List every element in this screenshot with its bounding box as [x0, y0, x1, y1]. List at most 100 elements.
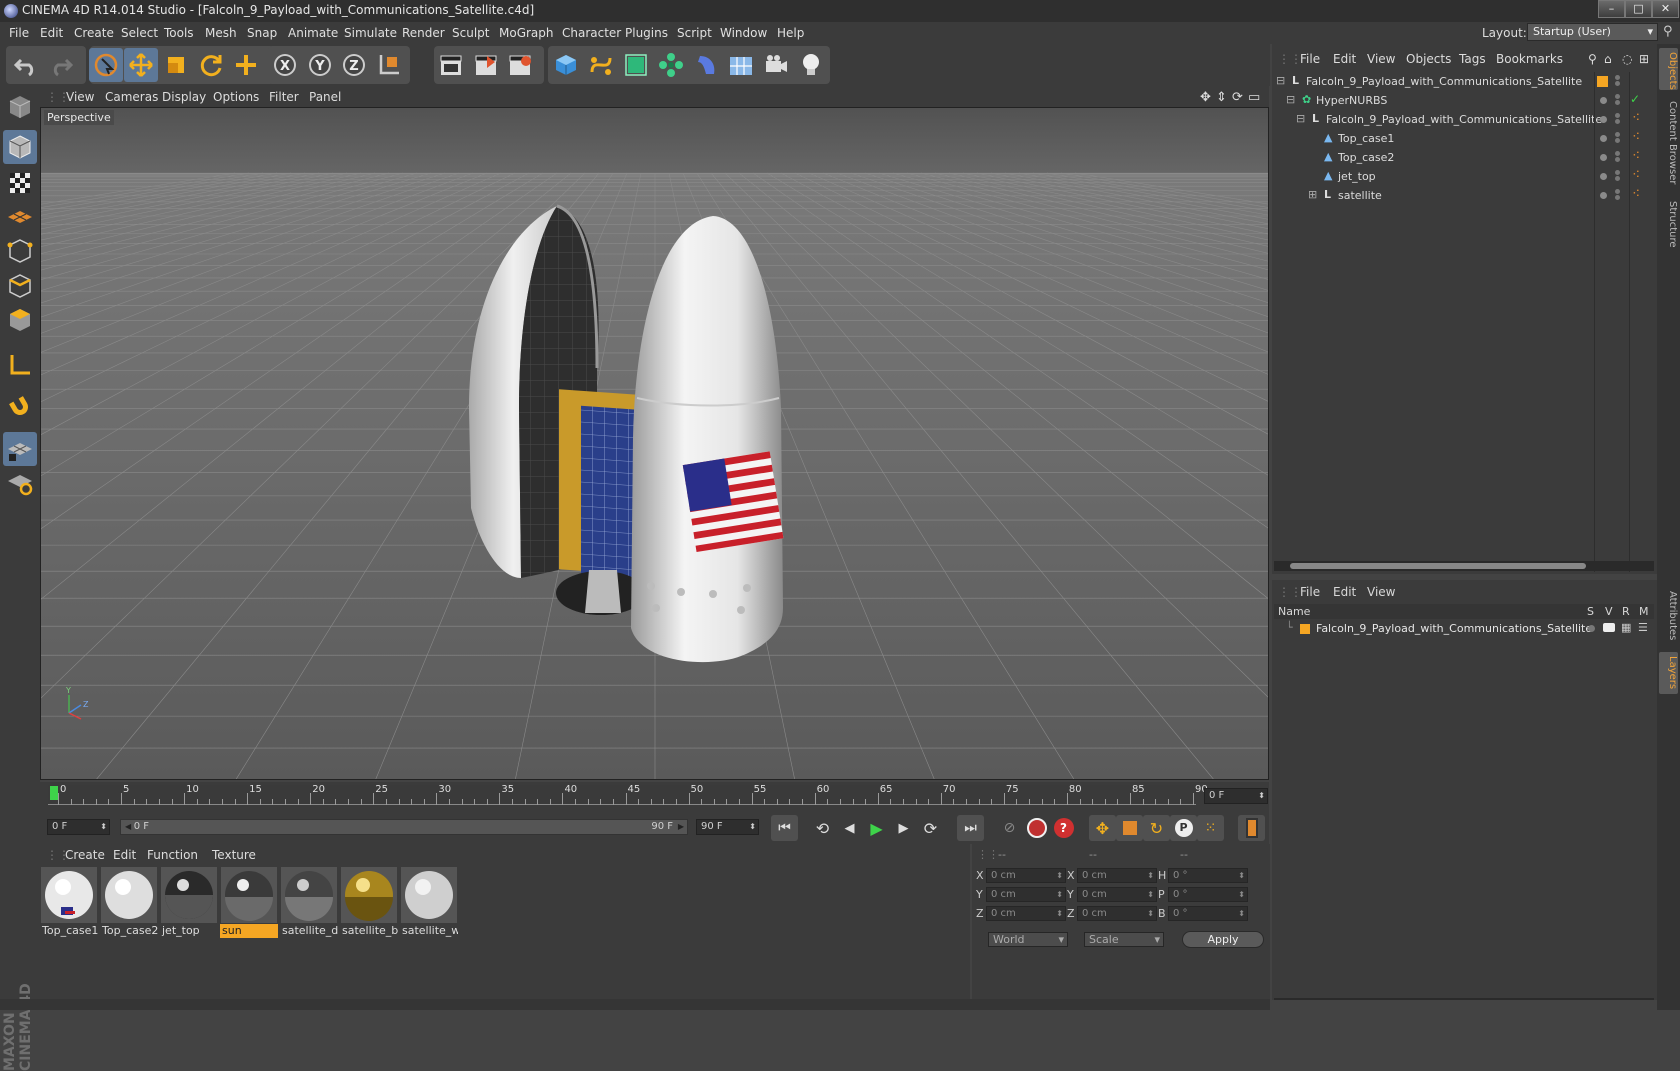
- object-row[interactable]: ▲ jet_top ⁖: [1272, 167, 1657, 187]
- redo-button[interactable]: [44, 48, 78, 82]
- position-value-field[interactable]: 0 cm ⬍: [986, 887, 1066, 902]
- timeline-ruler[interactable]: 0 5 10 15 20 25 30 35 40 45 50 55 60 65 70 75 80 85 90 0 F…: [40, 782, 1269, 812]
- coordinate-system-button[interactable]: [372, 48, 406, 82]
- size-value-field[interactable]: 0 cm ⬍: [1077, 887, 1157, 902]
- material-jet-top[interactable]: jet_top: [160, 866, 218, 940]
- x-axis-button[interactable]: X: [268, 48, 302, 82]
- points-mode-button[interactable]: [3, 234, 37, 268]
- home-icon[interactable]: ⌂: [1604, 52, 1612, 66]
- coordinate-space-select[interactable]: World ▾: [988, 932, 1068, 947]
- floor-button[interactable]: [724, 48, 758, 82]
- tab-layers[interactable]: Layers: [1659, 652, 1678, 694]
- playhead-marker[interactable]: [50, 786, 58, 800]
- new-window-icon[interactable]: ⊞: [1639, 52, 1649, 66]
- timeline-track[interactable]: [48, 785, 1196, 805]
- menu-simulate[interactable]: Simulate: [344, 26, 397, 40]
- material-top-case1[interactable]: Top_case1: [40, 866, 98, 940]
- object-row[interactable]: ⊟ L Falcoln_9_Payload_with_Communications_…: [1272, 72, 1657, 92]
- size-mode-select[interactable]: Scale ▾: [1084, 932, 1164, 947]
- layer-color-swatch[interactable]: [1597, 76, 1608, 87]
- size-value-field[interactable]: 0 cm ⬍: [1077, 868, 1157, 883]
- viewport-menu-cameras[interactable]: Cameras: [105, 90, 158, 104]
- editor-visibility-dot-icon[interactable]: [1600, 97, 1607, 104]
- make-editable-button[interactable]: [3, 90, 37, 124]
- material-menu-edit[interactable]: Edit: [113, 848, 136, 862]
- collapse-icon[interactable]: ⊟: [1276, 74, 1285, 87]
- viewport-menu-view[interactable]: View: [66, 90, 94, 104]
- snap-button[interactable]: [3, 390, 37, 424]
- object-horizontal-scrollbar[interactable]: [1274, 561, 1654, 571]
- objects-menu-view[interactable]: View: [1367, 52, 1395, 66]
- material-menu-function[interactable]: Function: [147, 848, 198, 862]
- collapse-icon[interactable]: ⊟: [1286, 93, 1295, 106]
- render-toggle-icon[interactable]: ▦: [1621, 621, 1631, 634]
- previous-frame-button[interactable]: ◀: [836, 815, 863, 841]
- tab-content-browser[interactable]: Content Browser: [1659, 94, 1678, 192]
- light-button[interactable]: [794, 48, 828, 82]
- tab-objects[interactable]: Objects: [1659, 48, 1678, 90]
- menu-script[interactable]: Script: [677, 26, 712, 40]
- rotation-value-field[interactable]: 0 ° ⬍: [1168, 868, 1248, 883]
- search-icon[interactable]: ⚲: [1663, 24, 1673, 39]
- editor-visibility-dot-icon[interactable]: [1600, 192, 1607, 199]
- menu-window[interactable]: Window: [720, 26, 767, 40]
- current-frame-field[interactable]: 0 F ⬍: [1204, 788, 1268, 804]
- array-button[interactable]: [654, 48, 688, 82]
- spline-button[interactable]: [584, 48, 618, 82]
- layout-select[interactable]: Startup (User) ▾: [1527, 23, 1658, 41]
- model-mode-button[interactable]: [3, 130, 37, 164]
- material-sun[interactable]: sun: [220, 866, 278, 940]
- material-tag-icon[interactable]: ⁖: [1632, 186, 1640, 202]
- menu-plugins[interactable]: Plugins: [625, 26, 668, 40]
- objects-menu-bookmarks[interactable]: Bookmarks: [1496, 52, 1563, 66]
- material-satellite-de[interactable]: satellite_de: [280, 866, 338, 940]
- material-menu-texture[interactable]: Texture: [212, 848, 256, 862]
- layers-menu-view[interactable]: View: [1367, 585, 1395, 599]
- zoom-icon[interactable]: ⇕: [1216, 90, 1227, 105]
- key-rotation-button[interactable]: ↻: [1143, 815, 1170, 841]
- position-value-field[interactable]: 0 cm ⬍: [986, 906, 1066, 921]
- menu-mograph[interactable]: MoGraph: [499, 26, 554, 40]
- y-axis-button[interactable]: Y: [303, 48, 337, 82]
- z-axis-button[interactable]: Z: [337, 48, 371, 82]
- render-visibility-dot-icon[interactable]: [1615, 170, 1620, 175]
- camera-button[interactable]: [759, 48, 793, 82]
- render-view-button[interactable]: [434, 48, 468, 82]
- end-frame-field[interactable]: 90 F ⬍: [696, 819, 759, 835]
- material-satellite-wl[interactable]: satellite_wl: [400, 866, 458, 940]
- layers-menu-file[interactable]: File: [1300, 585, 1320, 599]
- frame-range-slider[interactable]: ◀ 0 F 90 F ▶: [120, 819, 688, 835]
- menu-snap[interactable]: Snap: [247, 26, 277, 40]
- editor-visibility-dot-icon[interactable]: [1600, 154, 1607, 161]
- render-picture-viewer-button[interactable]: [469, 48, 503, 82]
- material-top-case2[interactable]: Top_case2: [100, 866, 158, 940]
- viewport-scene[interactable]: YZ: [41, 108, 1269, 780]
- cube-button[interactable]: [549, 48, 583, 82]
- size-value-field[interactable]: 0 cm ⬍: [1077, 906, 1157, 921]
- menu-character[interactable]: Character: [562, 26, 621, 40]
- object-row[interactable]: ⊞ Lsatellite ⁖: [1272, 186, 1657, 206]
- key-parameter-button[interactable]: P: [1170, 815, 1197, 841]
- menu-file[interactable]: File: [9, 26, 29, 40]
- move-button[interactable]: [124, 48, 158, 82]
- objects-menu-objects[interactable]: Objects: [1406, 52, 1451, 66]
- minimize-button[interactable]: –: [1598, 0, 1625, 18]
- workplane-lock-button[interactable]: [3, 432, 37, 466]
- maximize-view-icon[interactable]: ▭: [1248, 90, 1260, 105]
- editor-visibility-dot-icon[interactable]: [1600, 135, 1607, 142]
- editor-visibility-dot-icon[interactable]: [1600, 116, 1607, 123]
- objects-menu-file[interactable]: File: [1300, 52, 1320, 66]
- viewport-menu-panel[interactable]: Panel: [309, 90, 341, 104]
- rotation-value-field[interactable]: 0 ° ⬍: [1168, 906, 1248, 921]
- polygons-mode-button[interactable]: [3, 303, 37, 337]
- render-visibility-dot-icon[interactable]: [1615, 75, 1620, 80]
- editor-visibility-dot-icon[interactable]: [1600, 173, 1607, 180]
- menu-select[interactable]: Select: [121, 26, 158, 40]
- menu-create[interactable]: Create: [74, 26, 114, 40]
- nurbs-button[interactable]: [619, 48, 653, 82]
- object-row[interactable]: ⊟ L Falcoln_9_Payload_with_Communications_…: [1272, 110, 1657, 130]
- material-menu-create[interactable]: Create: [65, 848, 105, 862]
- close-button[interactable]: ✕: [1652, 0, 1679, 18]
- eye-icon[interactable]: ◌: [1622, 52, 1632, 66]
- material-tag-icon[interactable]: ⁖: [1632, 129, 1640, 145]
